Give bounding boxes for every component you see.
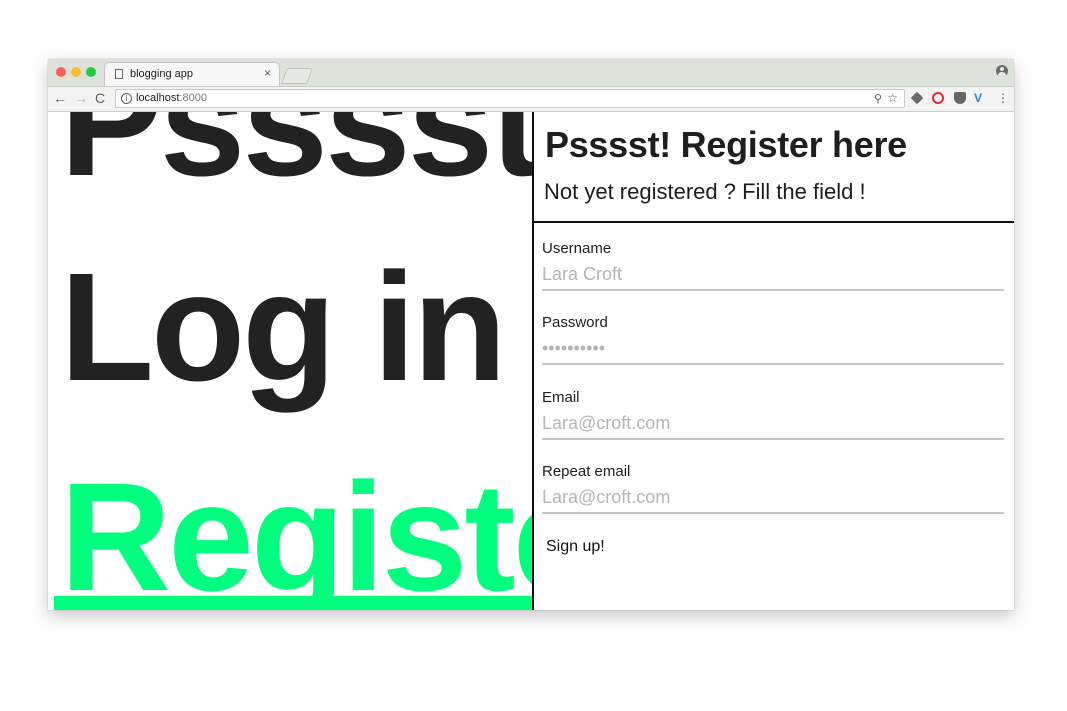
browser-window: blogging app × ← → C i localhost:8000 ⚲ … [48,59,1014,610]
info-icon[interactable]: i [121,93,132,104]
menu-kebab-icon[interactable]: ⋮ [997,92,1009,104]
new-tab-button[interactable] [281,68,313,84]
username-input[interactable] [542,259,1004,291]
url-port: :8000 [179,92,207,104]
close-window-button[interactable] [56,67,66,77]
page-viewport: Psssst! Log in Register Psssst! Register… [48,112,1014,610]
opera-extension-icon[interactable] [932,92,944,104]
repeat-email-input[interactable] [542,482,1004,514]
email-input[interactable] [542,408,1004,440]
vue-devtools-icon[interactable]: V [974,92,982,104]
sign-up-button[interactable]: Sign up! [546,538,605,556]
register-link[interactable]: Register [60,449,532,610]
forward-arrow-icon[interactable]: → [74,90,88,106]
register-panel: Psssst! Register here Not yet registered… [532,112,1014,610]
reload-icon[interactable]: C [95,90,105,106]
password-label: Password [542,314,608,331]
repeat-email-label: Repeat email [542,463,631,480]
background-content: Psssst! Log in Register [48,112,532,610]
pocket-extension-icon[interactable] [954,92,966,104]
minimize-window-button[interactable] [71,67,81,77]
login-link[interactable]: Log in [60,239,507,416]
panel-header: Psssst! Register here Not yet registered… [534,112,1014,223]
profile-icon[interactable] [996,65,1008,77]
tab-close-icon[interactable]: × [264,66,271,80]
address-bar[interactable]: i localhost:8000 ⚲ ☆ [115,89,905,108]
panel-subtitle: Not yet registered ? Fill the field ! [544,179,866,204]
password-input[interactable] [542,333,1004,365]
url-host: localhost [136,92,180,104]
url-text: localhost:8000 [136,92,207,104]
background-heading: Psssst! [60,112,532,208]
layers-extension-icon[interactable] [910,91,924,105]
username-label: Username [542,240,612,257]
panel-title: Psssst! Register here [545,124,907,165]
maximize-window-button[interactable] [86,67,96,77]
address-toolbar: ← → C i localhost:8000 ⚲ ☆ V ⋮ [48,87,1014,112]
register-underline [54,596,532,610]
back-arrow-icon[interactable]: ← [53,90,67,106]
tab-title: blogging app [130,68,194,80]
email-label: Email [542,389,580,406]
bookmark-star-icon[interactable]: ☆ [887,91,898,105]
tab-bar: blogging app × [48,59,1014,87]
document-icon [115,69,123,79]
tab-blogging-app[interactable]: blogging app × [104,62,280,86]
key-icon[interactable]: ⚲ [874,92,882,105]
